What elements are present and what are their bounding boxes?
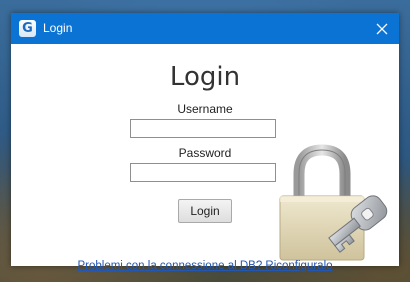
titlebar: G Login (11, 13, 399, 44)
password-input[interactable] (130, 163, 276, 182)
padlock-key-icon (279, 144, 388, 261)
login-form: Login Username Password Login Problemi c… (11, 44, 399, 272)
page-title: Login (169, 62, 241, 92)
app-icon: G (19, 20, 36, 37)
username-label: Username (177, 102, 233, 116)
window-title: Login (43, 21, 73, 35)
login-button[interactable]: Login (178, 199, 232, 223)
close-icon (376, 23, 388, 34)
username-input[interactable] (130, 119, 276, 138)
close-button[interactable] (365, 13, 399, 44)
login-window: G Login Login Username Password Login Pr… (11, 13, 399, 272)
reconfigure-db-link[interactable]: Problemi con la connessione al DB? Ricon… (11, 260, 399, 273)
